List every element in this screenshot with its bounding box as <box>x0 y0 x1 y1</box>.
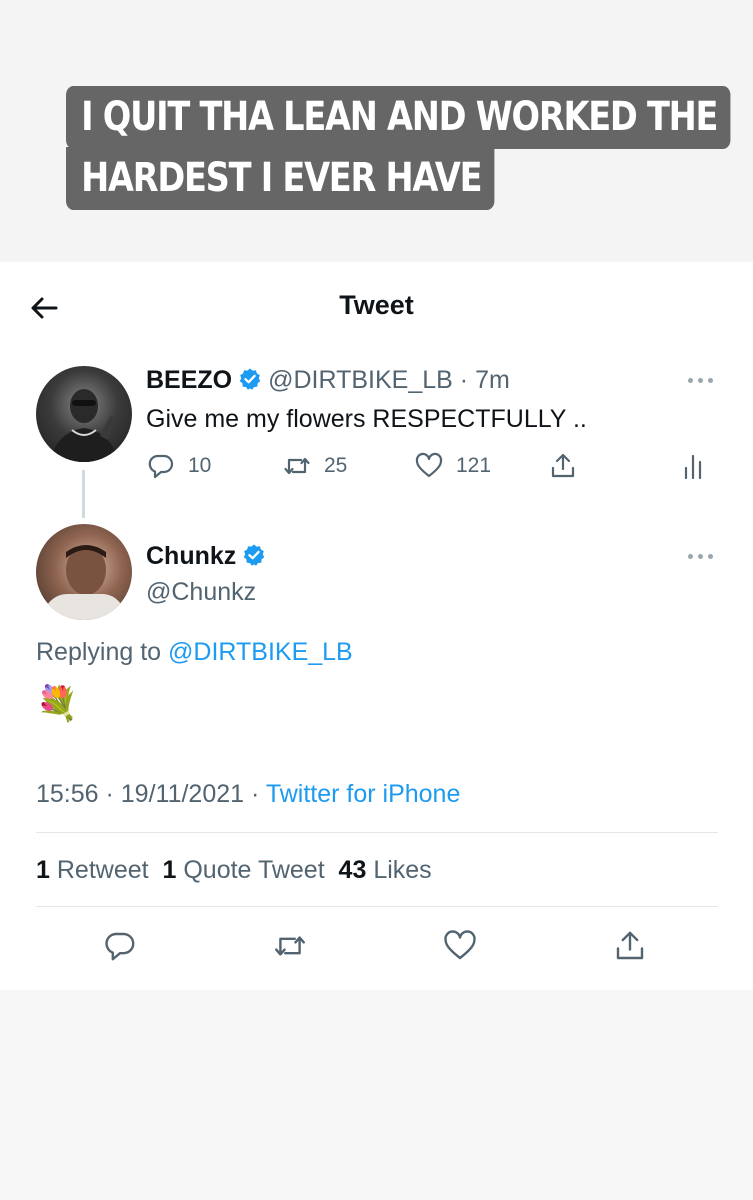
retweet-count: 25 <box>324 454 348 477</box>
verified-badge-icon <box>242 543 266 567</box>
like-button[interactable] <box>442 928 478 964</box>
avatar-beezo[interactable] <box>36 366 132 462</box>
timestamp-separator: · <box>98 780 121 808</box>
quote-total: 1 <box>162 856 177 884</box>
retweet-stat[interactable]: 1 Retweet <box>36 856 149 884</box>
quote-stat[interactable]: 1 Quote Tweet <box>162 856 324 884</box>
heart-icon <box>415 452 443 478</box>
parent-tweet-meta: BEEZO @DIRTBIKE_LB · 7m <box>146 366 510 395</box>
retweet-action[interactable]: 25 <box>282 451 347 481</box>
parent-tweet-text: Give me my flowers RESPECTFULLY .. <box>146 405 587 433</box>
caption-line-2: HARDEST I EVER HAVE <box>66 147 495 210</box>
reply-button[interactable] <box>102 928 138 964</box>
tweet-header: Tweet <box>0 262 753 352</box>
more-options-icon[interactable] <box>688 376 716 384</box>
tweet-emoji: 💐 <box>36 684 79 724</box>
replying-prefix: Replying to <box>36 638 162 666</box>
thread-connector <box>82 470 85 518</box>
like-count: 121 <box>456 454 492 477</box>
replying-to-handle[interactable]: @DIRTBIKE_LB <box>168 638 353 666</box>
retweet-stat-label: Retweet <box>56 856 149 884</box>
reply-action[interactable]: 10 <box>146 451 211 481</box>
replying-to: Replying to @DIRTBIKE_LB <box>36 638 353 667</box>
retweet-icon <box>275 936 305 956</box>
reply-count: 10 <box>188 454 212 477</box>
share-icon <box>616 931 644 960</box>
parent-handle[interactable]: @DIRTBIKE_LB <box>268 366 453 394</box>
like-action[interactable]: 121 <box>414 451 491 481</box>
avatar-chunkz[interactable] <box>36 524 132 620</box>
tweet-time: 15:56 <box>36 780 99 808</box>
reply-icon <box>148 454 174 479</box>
quote-stat-label: Quote Tweet <box>183 856 325 884</box>
page-title: Tweet <box>339 290 414 320</box>
retweet-icon <box>284 457 310 475</box>
main-author-name[interactable]: Chunkz <box>146 542 236 570</box>
tweet-screenshot: Tweet BEEZO @DIRTBIKE_LB · 7m Give me my … <box>0 262 753 990</box>
tweet-timestamp: 15:56 · 19/11/2021 · Twitter for iPhone <box>36 780 460 809</box>
reply-icon <box>105 932 135 961</box>
parent-time: 7m <box>475 366 510 394</box>
caption-line-1: I QUIT THA LEAN AND WORKED THE <box>66 86 731 149</box>
analytics-action[interactable] <box>680 452 722 482</box>
divider <box>36 906 718 907</box>
share-button[interactable] <box>612 928 648 964</box>
like-total: 43 <box>338 856 367 884</box>
heart-icon <box>444 930 476 960</box>
retweet-button[interactable] <box>272 928 308 964</box>
meta-separator: · <box>452 366 476 394</box>
share-action[interactable] <box>548 451 590 481</box>
like-stat-label: Likes <box>373 856 432 884</box>
retweet-total: 1 <box>36 856 50 884</box>
story-caption: I QUIT THA LEAN AND WORKED THE HARDEST I… <box>66 86 753 210</box>
engagement-stats: 1 Retweet 1 Quote Tweet 43 Likes <box>36 856 432 885</box>
more-options-icon[interactable] <box>688 552 716 560</box>
timestamp-separator: · <box>244 780 266 808</box>
like-stat[interactable]: 43 Likes <box>339 856 432 884</box>
tweet-source[interactable]: Twitter for iPhone <box>266 780 461 808</box>
main-handle[interactable]: @Chunkz <box>146 578 256 607</box>
share-icon <box>551 453 575 478</box>
parent-author-name[interactable]: BEEZO <box>146 366 232 394</box>
main-tweet-author: Chunkz <box>146 542 272 571</box>
divider <box>36 832 718 833</box>
analytics-icon <box>684 454 702 480</box>
tweet-date: 19/11/2021 <box>120 780 245 808</box>
verified-badge-icon <box>238 367 262 391</box>
